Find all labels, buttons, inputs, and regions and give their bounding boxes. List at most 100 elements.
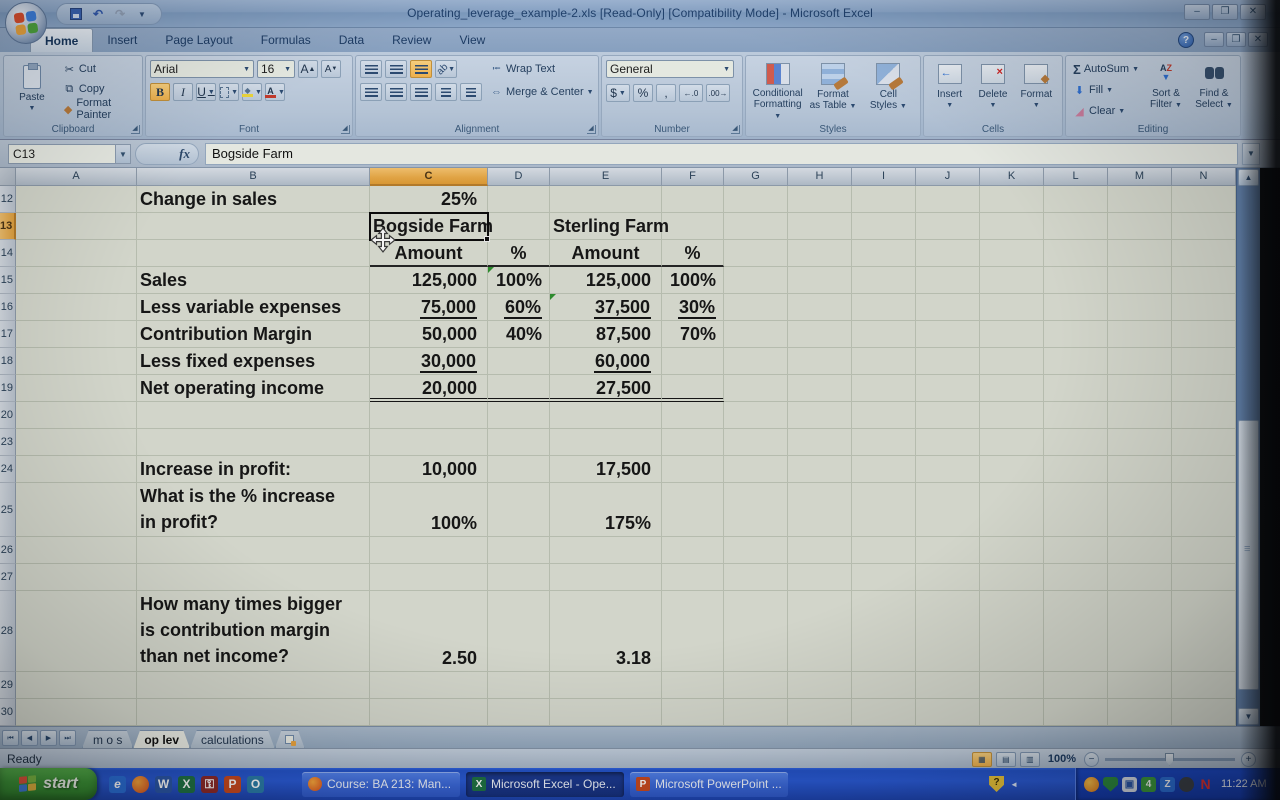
cell-M27[interactable]: [1108, 564, 1172, 591]
wrap-text-button[interactable]: ⭰Wrap Text: [490, 59, 594, 79]
cell-M28[interactable]: [1108, 591, 1172, 672]
cell-K17[interactable]: [980, 321, 1044, 348]
tab-formulas[interactable]: Formulas: [247, 28, 325, 52]
italic-button[interactable]: I: [173, 83, 193, 101]
cell-N27[interactable]: [1172, 564, 1236, 591]
office-button[interactable]: [5, 2, 47, 44]
cell-G26[interactable]: [724, 537, 788, 564]
tab-page-layout[interactable]: Page Layout: [151, 28, 246, 52]
cell-E23[interactable]: [550, 429, 662, 456]
cell-N24[interactable]: [1172, 456, 1236, 483]
cell-I29[interactable]: [852, 672, 916, 699]
cell-A13[interactable]: [16, 213, 137, 240]
autosum-button[interactable]: ΣAutoSum▼: [1070, 59, 1142, 79]
format-as-table-button[interactable]: Formatas Table ▼: [805, 59, 860, 122]
cell-K24[interactable]: [980, 456, 1044, 483]
cell-B20[interactable]: [137, 402, 370, 429]
cell-J16[interactable]: [916, 294, 980, 321]
cell-M17[interactable]: [1108, 321, 1172, 348]
cell-M19[interactable]: [1108, 375, 1172, 402]
name-box-dropdown-icon[interactable]: ▼: [116, 144, 131, 164]
cell-E27[interactable]: [550, 564, 662, 591]
cell-D13[interactable]: [488, 213, 550, 240]
tray-icon-4[interactable]: [1179, 777, 1194, 792]
cell-M13[interactable]: [1108, 213, 1172, 240]
cell-E13[interactable]: Sterling Farm: [550, 213, 662, 240]
align-right-button[interactable]: [410, 83, 432, 101]
font-name-combo[interactable]: Arial▼: [150, 60, 254, 78]
cell-B26[interactable]: [137, 537, 370, 564]
cell-I20[interactable]: [852, 402, 916, 429]
cell-I17[interactable]: [852, 321, 916, 348]
row-header-16[interactable]: 16: [0, 294, 16, 321]
page-layout-view-button[interactable]: ▤: [996, 752, 1016, 767]
cell-H28[interactable]: [788, 591, 852, 672]
cell-J30[interactable]: [916, 699, 980, 726]
bold-button[interactable]: B: [150, 83, 170, 101]
tab-insert[interactable]: Insert: [93, 28, 151, 52]
cell-H15[interactable]: [788, 267, 852, 294]
cell-D29[interactable]: [488, 672, 550, 699]
cell-H30[interactable]: [788, 699, 852, 726]
scroll-down-icon[interactable]: ▼: [1238, 708, 1259, 725]
cell-F24[interactable]: [662, 456, 724, 483]
cell-J29[interactable]: [916, 672, 980, 699]
cell-H23[interactable]: [788, 429, 852, 456]
cell-M18[interactable]: [1108, 348, 1172, 375]
orientation-button[interactable]: ab▼: [435, 60, 457, 78]
row-header-29[interactable]: 29: [0, 672, 16, 699]
cell-L24[interactable]: [1044, 456, 1108, 483]
fill-color-button[interactable]: ◆▼: [242, 83, 262, 101]
cell-G15[interactable]: [724, 267, 788, 294]
cell-C27[interactable]: [370, 564, 488, 591]
taskbar-button-firefox[interactable]: Course: BA 213: Man...: [302, 772, 460, 797]
column-header-D[interactable]: D: [488, 168, 550, 186]
cell-L17[interactable]: [1044, 321, 1108, 348]
cell-F27[interactable]: [662, 564, 724, 591]
cell-D25[interactable]: [488, 483, 550, 537]
column-header-H[interactable]: H: [788, 168, 852, 186]
cell-K16[interactable]: [980, 294, 1044, 321]
column-header-C[interactable]: C: [370, 168, 488, 186]
cell-D17[interactable]: 40%: [488, 321, 550, 348]
cell-C19[interactable]: 20,000: [370, 375, 488, 402]
cell-I25[interactable]: [852, 483, 916, 537]
cell-E20[interactable]: [550, 402, 662, 429]
cell-L12[interactable]: [1044, 186, 1108, 213]
cell-M24[interactable]: [1108, 456, 1172, 483]
row-header-15[interactable]: 15: [0, 267, 16, 294]
cell-D27[interactable]: [488, 564, 550, 591]
align-center-button[interactable]: [385, 83, 407, 101]
cell-J14[interactable]: [916, 240, 980, 267]
cell-G17[interactable]: [724, 321, 788, 348]
cell-H12[interactable]: [788, 186, 852, 213]
increase-decimal-button[interactable]: ←.0: [679, 84, 703, 102]
cell-E24[interactable]: 17,500: [550, 456, 662, 483]
cell-G14[interactable]: [724, 240, 788, 267]
cell-L29[interactable]: [1044, 672, 1108, 699]
cell-J25[interactable]: [916, 483, 980, 537]
cell-A16[interactable]: [16, 294, 137, 321]
row-header-23[interactable]: 23: [0, 429, 16, 456]
cell-A27[interactable]: [16, 564, 137, 591]
cell-E17[interactable]: 87,500: [550, 321, 662, 348]
column-header-I[interactable]: I: [852, 168, 916, 186]
sheet-tab-mos[interactable]: m o s: [82, 730, 133, 749]
cell-C24[interactable]: 10,000: [370, 456, 488, 483]
align-left-button[interactable]: [360, 83, 382, 101]
column-header-A[interactable]: A: [16, 168, 137, 186]
cell-H27[interactable]: [788, 564, 852, 591]
cell-K19[interactable]: [980, 375, 1044, 402]
name-box[interactable]: C13: [8, 144, 116, 164]
cell-K25[interactable]: [980, 483, 1044, 537]
cell-A24[interactable]: [16, 456, 137, 483]
dialog-launcher-icon[interactable]: ◢: [731, 125, 740, 134]
cell-I13[interactable]: [852, 213, 916, 240]
row-header-20[interactable]: 20: [0, 402, 16, 429]
cell-K26[interactable]: [980, 537, 1044, 564]
fill-handle[interactable]: [484, 236, 490, 242]
cell-B17[interactable]: Contribution Margin: [137, 321, 370, 348]
cell-G18[interactable]: [724, 348, 788, 375]
cell-E26[interactable]: [550, 537, 662, 564]
cell-J17[interactable]: [916, 321, 980, 348]
